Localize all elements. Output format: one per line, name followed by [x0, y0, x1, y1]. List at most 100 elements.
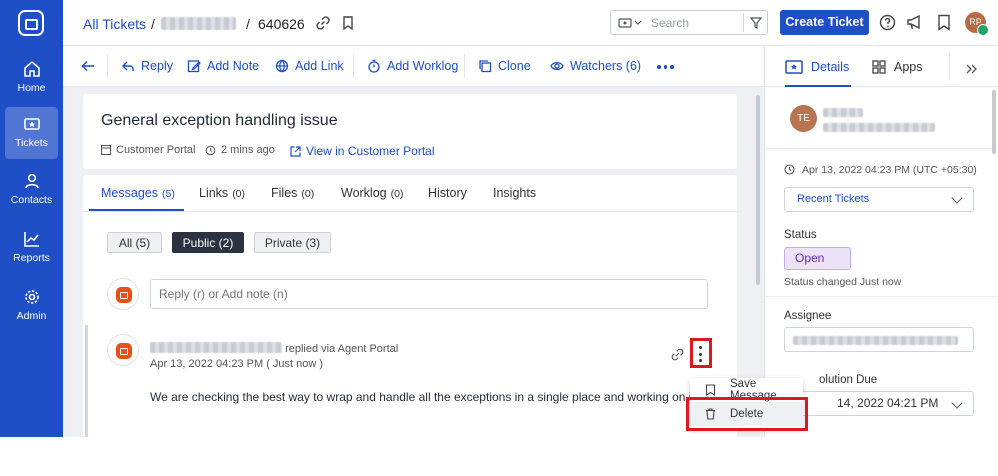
- clone-button[interactable]: Clone: [478, 59, 531, 73]
- active-tab-indicator: [785, 85, 851, 87]
- megaphone-icon[interactable]: [906, 14, 924, 31]
- active-tab-indicator: [89, 209, 184, 211]
- watchers-label: Watchers (6): [570, 59, 642, 73]
- watchers-button[interactable]: Watchers (6): [550, 59, 641, 73]
- filter-all[interactable]: All (5): [107, 232, 162, 253]
- status-badge[interactable]: Open: [784, 247, 851, 270]
- tab-files[interactable]: Files (0): [271, 186, 314, 200]
- breadcrumb-redacted: [161, 17, 236, 30]
- ticket-type-icon[interactable]: [618, 17, 632, 29]
- recent-tickets-dropdown[interactable]: Recent Tickets: [784, 187, 974, 212]
- tab-worklog[interactable]: Worklog (0): [341, 186, 403, 200]
- add-link-button[interactable]: Add Link: [275, 59, 344, 73]
- breadcrumb-all-tickets[interactable]: All Tickets: [83, 16, 146, 32]
- tab-label: Links: [199, 186, 229, 200]
- back-arrow-icon[interactable]: [81, 60, 95, 72]
- nav-item-reports[interactable]: Reports: [5, 222, 58, 274]
- tab-insights[interactable]: Insights: [493, 186, 536, 200]
- reply-icon: [122, 61, 134, 71]
- resolution-due-value: 14, 2022 04:21 PM: [837, 396, 939, 410]
- tab-count: (0): [232, 188, 246, 200]
- recent-tickets-label: Recent Tickets: [797, 193, 870, 205]
- chevron-down-icon: [951, 397, 963, 409]
- ticket-source-label: Customer Portal: [116, 144, 196, 156]
- page-bottom: [0, 437, 998, 476]
- create-ticket-button[interactable]: Create Ticket: [780, 10, 869, 35]
- message-indicator: [85, 325, 88, 437]
- divider: [765, 148, 998, 149]
- bookmark-icon[interactable]: [340, 15, 356, 31]
- ticket-source: Customer Portal: [101, 144, 195, 156]
- nav-item-admin[interactable]: Admin: [5, 280, 58, 332]
- ticket-id: 640626: [258, 16, 305, 32]
- details-tabs: Details Apps: [765, 46, 998, 87]
- kebab-menu-icon[interactable]: [699, 346, 703, 362]
- chevron-down-icon: [951, 192, 963, 204]
- filter-private[interactable]: Private (3): [254, 232, 331, 253]
- bookmark-icon[interactable]: [937, 14, 951, 31]
- contact-avatar[interactable]: TE: [790, 105, 817, 132]
- resolution-due-field[interactable]: 14, 2022 04:21 PM: [784, 391, 974, 416]
- note-icon: [187, 60, 201, 73]
- nav-item-tickets[interactable]: Tickets: [5, 107, 58, 159]
- assignee-field[interactable]: [784, 327, 974, 352]
- contact-email-redacted: [823, 123, 935, 132]
- add-worklog-button[interactable]: Add Worklog: [367, 59, 458, 73]
- tab-apps[interactable]: Apps: [872, 60, 923, 74]
- tab-messages[interactable]: Messages (5): [101, 186, 175, 200]
- tab-details[interactable]: Details: [785, 60, 849, 74]
- view-in-portal-label: View in Customer Portal: [306, 144, 435, 158]
- apps-grid-icon: [872, 60, 886, 74]
- divider: [464, 54, 465, 78]
- assignee-label: Assignee: [784, 310, 832, 322]
- reply-input[interactable]: [150, 279, 708, 309]
- portal-icon: [101, 145, 111, 155]
- user-avatar[interactable]: RP: [965, 12, 989, 36]
- status-label: Status: [784, 229, 817, 241]
- main-scrollbar[interactable]: [756, 95, 760, 285]
- clone-icon: [479, 60, 492, 73]
- ticket-icon: [785, 60, 803, 74]
- search-placeholder[interactable]: Search: [651, 16, 689, 30]
- eye-icon: [550, 61, 564, 71]
- tab-links[interactable]: Links (0): [199, 186, 245, 200]
- reply-field[interactable]: [151, 280, 707, 308]
- more-actions-icon[interactable]: [657, 65, 674, 69]
- reply-button[interactable]: Reply: [121, 59, 173, 73]
- search-box[interactable]: Search: [610, 10, 768, 35]
- panel-scrollbar[interactable]: [992, 90, 996, 154]
- message-sender: replied via Agent Portal: [150, 342, 398, 355]
- nav-item-contacts[interactable]: Contacts: [5, 164, 58, 216]
- app-logo[interactable]: [18, 10, 44, 36]
- resolution-due-label: olution Due: [819, 374, 878, 386]
- add-note-label: Add Note: [207, 59, 260, 73]
- reports-icon: [23, 232, 39, 247]
- message-body: We are checking the best way to wrap and…: [150, 390, 699, 404]
- ticket-age: 2 mins ago: [205, 144, 275, 156]
- help-icon[interactable]: [879, 14, 896, 31]
- add-note-button[interactable]: Add Note: [187, 59, 259, 73]
- collapse-panel-icon[interactable]: [966, 64, 978, 74]
- link-icon[interactable]: [315, 15, 331, 31]
- add-worklog-label: Add Worklog: [387, 59, 459, 73]
- filter-public[interactable]: Public (2): [172, 232, 244, 253]
- link-icon[interactable]: [671, 348, 684, 361]
- tab-label: Insights: [493, 186, 537, 200]
- agent-avatar: [107, 278, 139, 310]
- tab-label: Messages: [101, 186, 158, 200]
- tab-count: (0): [301, 188, 315, 200]
- timer-icon: [368, 59, 380, 73]
- nav-label: Admin: [16, 310, 47, 322]
- tab-label: History: [428, 186, 467, 200]
- message-timestamp: Apr 13, 2022 04:23 PM ( Just now ): [150, 358, 324, 370]
- tab-label: Worklog: [341, 186, 387, 200]
- filter-icon[interactable]: [750, 17, 762, 29]
- sender-name-redacted: [150, 342, 282, 353]
- nav-item-home[interactable]: Home: [5, 52, 58, 104]
- chevron-down-icon[interactable]: [634, 20, 642, 26]
- breadcrumb-separator: /: [246, 16, 250, 32]
- view-in-portal-link[interactable]: View in Customer Portal: [290, 144, 435, 158]
- assignee-redacted: [793, 336, 958, 345]
- ticket-age-label: 2 mins ago: [221, 144, 275, 156]
- tab-history[interactable]: History: [428, 186, 467, 200]
